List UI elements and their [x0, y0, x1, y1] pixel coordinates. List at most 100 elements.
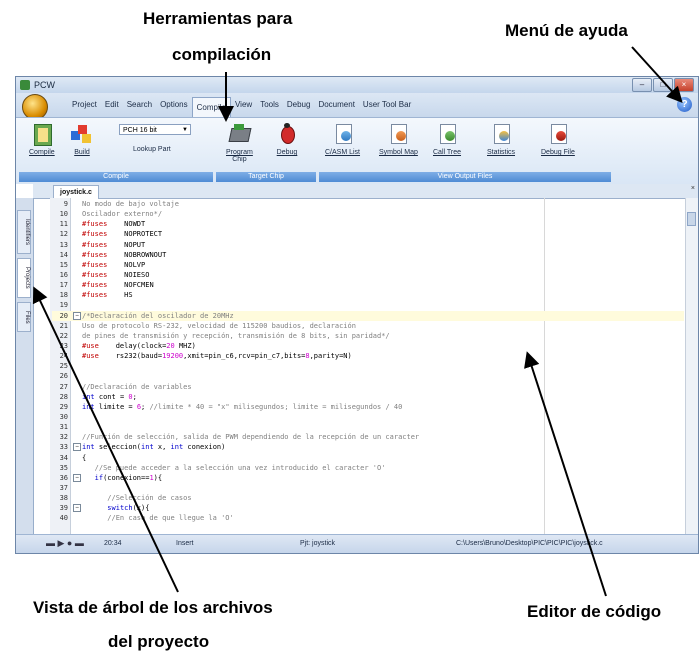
project-tree-tabs: Identifiers Projects Files [16, 198, 34, 535]
code-text: //En caso de que llegue la 'O' [82, 514, 234, 523]
menu-item-document[interactable]: Document [314, 93, 358, 117]
output-button-call-tree[interactable]: Call Tree [433, 122, 461, 156]
side-tab-identifiers[interactable]: Identifiers [17, 210, 31, 254]
close-tab-icon[interactable]: × [691, 185, 695, 192]
fold-toggle-icon[interactable]: − [73, 311, 81, 320]
ribbon-group-output-label: View Output Files [319, 172, 611, 182]
code-line[interactable]: 27 //Declaración de variables [52, 382, 684, 392]
code-line[interactable]: 29 int limite = 6; //limite * 40 = "x" mi… [52, 402, 684, 412]
output-button-symbol-map[interactable]: Symbol Map [379, 122, 418, 156]
code-line[interactable]: 20−/*Declaración del oscilador de 20MHz [52, 310, 684, 321]
compile-icon [31, 122, 53, 146]
code-line[interactable]: 40 //En caso de que llegue la 'O' [52, 513, 684, 523]
menu-item-user-tool-bar[interactable]: User Tool Bar [359, 93, 415, 117]
file-tab-joystick[interactable]: joystick.c [53, 185, 99, 199]
build-button-label: Build [74, 149, 90, 156]
maximize-button[interactable]: □ [653, 78, 673, 92]
code-line[interactable]: 11 #fuses NOWDT [52, 219, 684, 229]
lookup-part-button[interactable]: Lookup Part [133, 146, 171, 153]
menu-item-view[interactable]: View [231, 93, 256, 117]
debug-button[interactable]: Debug [276, 122, 298, 156]
code-editor[interactable]: 9 No modo de bajo voltaje 10 Oscilador exte… [52, 199, 684, 535]
window-title: PCW [34, 80, 55, 90]
code-text: #fuses NOBROWNOUT [82, 250, 167, 259]
scrollbar-thumb[interactable] [687, 212, 696, 226]
code-line[interactable]: 23 #use delay(clock=20 MHZ) [52, 341, 684, 351]
code-line[interactable]: 35 //Se puede acceder a la selección una… [52, 463, 684, 473]
code-line[interactable]: 22 de pines de transmisión y recepción, t… [52, 331, 684, 341]
menu-item-options[interactable]: Options [156, 93, 192, 117]
line-number: 25 [59, 362, 68, 371]
output-button-label: Symbol Map [379, 149, 418, 156]
line-number: 21 [59, 321, 68, 330]
output-file-icon [332, 122, 354, 146]
code-line[interactable]: 30 [52, 412, 684, 422]
ribbon: Compile Build PCH 16 bit ▼ Lookup Part C… [16, 117, 698, 185]
code-line[interactable]: 34 { [52, 453, 684, 463]
output-button-c-asm-list[interactable]: C/ASM List [325, 122, 360, 156]
build-button[interactable]: Build [71, 122, 93, 156]
code-line[interactable]: 10 Oscilador externo*/ [52, 209, 684, 219]
line-number: 36 [59, 473, 68, 482]
fold-toggle-icon[interactable]: − [73, 473, 81, 482]
fold-toggle-icon[interactable]: − [73, 504, 81, 513]
code-line[interactable]: 25 [52, 361, 684, 371]
code-line[interactable]: 28 int cont = 0; [52, 392, 684, 402]
menu-item-debug[interactable]: Debug [283, 93, 315, 117]
build-icon [71, 122, 93, 146]
code-line[interactable]: 12 #fuses NOPROTECT [52, 229, 684, 239]
line-number: 16 [59, 270, 68, 279]
device-select[interactable]: PCH 16 bit ▼ [119, 124, 191, 135]
code-line[interactable]: 32 //Función de selección, salida de PWM … [52, 432, 684, 442]
compile-button[interactable]: Compile [29, 122, 55, 156]
code-text: #use delay(clock=20 MHZ) [82, 341, 196, 350]
status-file-path: C:\Users\Bruno\Desktop\PIC\PIC\PIC\joyst… [456, 540, 603, 547]
code-line[interactable]: 18 #fuses HS [52, 290, 684, 300]
code-line[interactable]: 15 #fuses NOLVP [52, 260, 684, 270]
ribbon-group-compile: Compile Build PCH 16 bit ▼ Lookup Part C… [19, 120, 213, 182]
line-number: 11 [59, 220, 68, 229]
output-file-icon [436, 122, 458, 146]
code-line[interactable]: 36− if(conexion==1){ [52, 473, 684, 483]
code-line[interactable]: 9 No modo de bajo voltaje [52, 199, 684, 209]
ribbon-group-target-chip: Program Chip Debug Target Chip [216, 120, 316, 182]
code-line[interactable]: 24 #use rs232(baud=19200,xmit=pin_c6,rcv=… [52, 351, 684, 361]
program-chip-label-1: Program [226, 149, 253, 156]
code-text: //Selección de casos [82, 494, 192, 503]
code-line[interactable]: 21 Uso de protocolo RS-232, velocidad de … [52, 321, 684, 331]
minimize-button[interactable]: – [632, 78, 652, 92]
program-chip-button[interactable]: Program Chip [226, 122, 253, 163]
menu-item-edit[interactable]: Edit [101, 93, 123, 117]
menu-item-tools[interactable]: Tools [256, 93, 283, 117]
code-line[interactable]: 39− switch(x){ [52, 503, 684, 513]
help-icon[interactable]: ? [677, 97, 692, 112]
menu-item-search[interactable]: Search [123, 93, 156, 117]
line-number: 32 [59, 433, 68, 442]
fold-toggle-icon[interactable]: − [73, 443, 81, 452]
code-line[interactable]: 13 #fuses NOPUT [52, 240, 684, 250]
code-line[interactable]: 14 #fuses NOBROWNOUT [52, 250, 684, 260]
side-tab-files[interactable]: Files [17, 302, 31, 332]
code-line[interactable]: 31 [52, 422, 684, 432]
side-tab-projects[interactable]: Projects [17, 258, 31, 298]
line-number: 40 [59, 514, 68, 523]
status-icons: ▬ ▶ ● ▬ [46, 538, 84, 548]
code-line[interactable]: 16 #fuses NOIESO [52, 270, 684, 280]
code-line[interactable]: 37 [52, 483, 684, 493]
code-text: //Se puede acceder a la selección una ve… [82, 463, 386, 472]
code-line[interactable]: 17 #fuses NOFCMEN [52, 280, 684, 290]
annotation-code-editor: Editor de código [527, 602, 662, 621]
menu-item-compile[interactable]: Compile [191, 96, 231, 118]
output-file-icon [387, 122, 409, 146]
menu-item-project[interactable]: Project [68, 93, 101, 117]
code-line[interactable]: 33− int seleccion(int x, int conexion) [52, 442, 684, 452]
window-controls: – □ × [632, 78, 694, 92]
close-button[interactable]: × [674, 78, 694, 92]
code-line[interactable]: 26 [52, 371, 684, 381]
vertical-scrollbar[interactable] [685, 198, 698, 535]
output-button-debug-file[interactable]: Debug File [541, 122, 575, 156]
editor-area: joystick.c × Identifiers Projects Files … [16, 184, 698, 535]
code-line[interactable]: 38 //Selección de casos [52, 493, 684, 503]
code-line[interactable]: 19 [52, 300, 684, 310]
output-button-statistics[interactable]: Statistics [487, 122, 515, 156]
